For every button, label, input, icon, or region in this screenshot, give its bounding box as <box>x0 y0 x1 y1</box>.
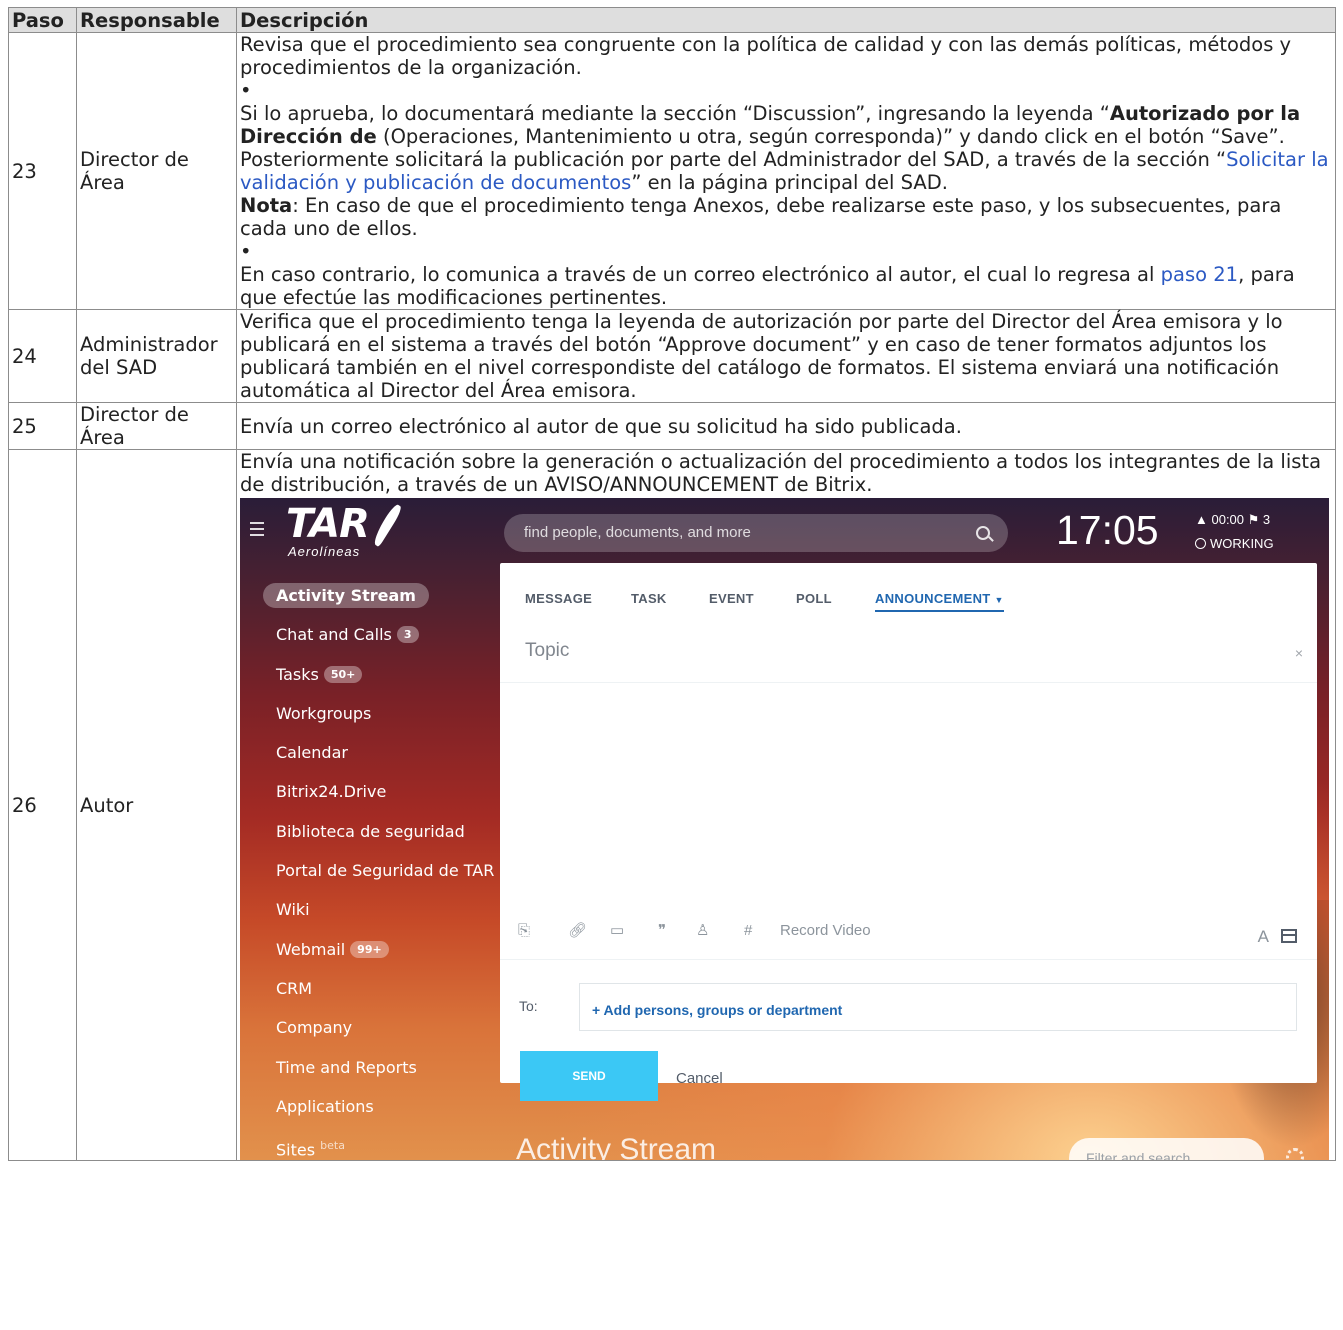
sidebar-item-calendar[interactable]: Calendar <box>263 733 493 772</box>
page-title: Activity Stream <box>516 1133 717 1161</box>
sidebar-item-company[interactable]: Company <box>263 1008 493 1047</box>
sidebar: Activity Stream Chat and Calls 3 Tasks 50+… <box>263 576 494 1160</box>
filter-input[interactable]: Filter and search <box>1069 1138 1264 1160</box>
table-row: 24 Administrador del SAD Verifica que el … <box>8 309 1336 403</box>
step-21-link[interactable]: paso 21 <box>1161 263 1238 286</box>
header-description: Descripción <box>236 7 1336 33</box>
gear-icon[interactable] <box>1286 1148 1304 1160</box>
header-owner: Responsable <box>76 7 237 33</box>
send-button[interactable]: SEND <box>520 1051 658 1101</box>
work-status[interactable]: WORKING <box>1195 532 1274 555</box>
alarm-flags[interactable]: ▲ 00:00 ⚑ 3 <box>1195 508 1270 531</box>
owner-cell: Administrador del SAD <box>76 309 237 403</box>
divider <box>500 959 1317 960</box>
count-badge: 99+ <box>350 940 389 958</box>
sidebar-item-time-reports[interactable]: Time and Reports <box>263 1048 493 1087</box>
header-step: Paso <box>8 7 77 33</box>
feather-icon <box>370 502 404 548</box>
close-icon[interactable]: × <box>1295 642 1303 665</box>
recipients-field[interactable]: + Add persons, groups or department <box>579 983 1297 1031</box>
tab-event[interactable]: EVENT <box>709 587 754 610</box>
search-icon[interactable] <box>976 526 990 540</box>
to-label: To: <box>519 998 538 1014</box>
topic-input[interactable]: Topic <box>525 639 569 662</box>
sidebar-item-sites[interactable]: Sites beta <box>263 1126 493 1160</box>
step-number: 25 <box>8 402 77 450</box>
table-header-row: Paso Responsable Descripción <box>8 7 1336 33</box>
toolbar-toggle-icon[interactable] <box>1281 929 1297 943</box>
sidebar-item-chat[interactable]: Chat and Calls 3 <box>263 615 493 654</box>
bullet: • <box>240 79 252 102</box>
sidebar-item-crm[interactable]: CRM <box>263 969 493 1008</box>
description-cell: Verifica que el procedimiento tenga la l… <box>236 309 1336 403</box>
post-form: MESSAGE TASK EVENT POLL ANNOUNCEMENT ▼ To… <box>500 563 1317 1101</box>
font-icon[interactable]: A <box>1258 925 1269 948</box>
description-cell: Revisa que el procedimiento sea congruen… <box>236 32 1336 310</box>
sidebar-item-drive[interactable]: Bitrix24.Drive <box>263 772 493 811</box>
step-number: 23 <box>8 32 77 310</box>
sidebar-item-wiki[interactable]: Wiki <box>263 890 493 929</box>
description-cell: Envía una notificación sobre la generaci… <box>236 449 1336 1161</box>
record-video-button[interactable]: Record Video <box>780 919 871 942</box>
search-input[interactable]: find people, documents, and more <box>504 514 1008 552</box>
clock: 17:05 <box>1056 507 1159 553</box>
tab-poll[interactable]: POLL <box>796 587 832 610</box>
owner-cell: Autor <box>76 449 237 1161</box>
sidebar-item-activity-stream[interactable]: Activity Stream <box>263 576 493 615</box>
paragraph: Revisa que el procedimiento sea congruen… <box>240 33 1292 79</box>
divider <box>500 682 1317 683</box>
owner-cell: Director de Área <box>76 402 237 450</box>
menu-icon[interactable] <box>250 522 264 540</box>
count-badge: 50+ <box>323 665 363 683</box>
owner-cell: Director de Área <box>76 32 237 310</box>
file-icon[interactable]: ⎘ <box>518 919 530 942</box>
sidebar-item-tasks[interactable]: Tasks 50+ <box>263 655 493 694</box>
bullet: • <box>240 240 252 263</box>
table-row: 26 Autor Envía una notificación sobre la… <box>8 449 1336 1161</box>
add-persons-link[interactable]: + Add persons, groups or department <box>592 999 842 1022</box>
paragraph: Si lo aprueba, lo documentará mediante l… <box>240 102 1329 194</box>
sidebar-item-workgroups[interactable]: Workgroups <box>263 694 493 733</box>
count-badge: 3 <box>396 626 419 644</box>
sidebar-item-webmail[interactable]: Webmail 99+ <box>263 930 493 969</box>
step-number: 26 <box>8 449 77 1161</box>
sidebar-item-portal[interactable]: Portal de Seguridad de TAR <box>263 851 494 890</box>
cancel-button[interactable]: Cancel <box>676 1067 723 1090</box>
tab-task[interactable]: TASK <box>631 587 667 610</box>
tab-message[interactable]: MESSAGE <box>525 587 592 610</box>
step-number: 24 <box>8 309 77 403</box>
paragraph: Envía una notificación sobre la generaci… <box>240 450 1322 496</box>
hashtag-icon[interactable]: # <box>744 919 752 942</box>
note: Nota: En caso de que el procedimiento te… <box>240 194 1282 240</box>
sidebar-item-applications[interactable]: Applications <box>263 1087 493 1126</box>
sidebar-item-biblioteca[interactable]: Biblioteca de seguridad <box>263 812 493 851</box>
chevron-down-icon: ▼ <box>994 595 1004 605</box>
procedure-table: Paso Responsable Descripción 23 Director… <box>8 7 1336 1161</box>
quote-icon[interactable]: ❞ <box>658 919 666 942</box>
bitrix-screenshot: TAR Aerolíneas find people, documents, a… <box>240 498 1329 1160</box>
paragraph: En caso contrario, lo comunica a través … <box>240 263 1295 309</box>
link-icon[interactable]: 🔗︎ <box>568 919 587 942</box>
table-row: 25 Director de Área Envía un correo elect… <box>8 402 1336 450</box>
video-icon[interactable]: ▭ <box>610 919 624 942</box>
tar-logo: TAR Aerolíneas <box>286 502 404 558</box>
tab-announcement[interactable]: ANNOUNCEMENT ▼ <box>875 587 1004 612</box>
status-icon <box>1195 538 1206 549</box>
table-row: 23 Director de Área Revisa que el procedi… <box>8 32 1336 310</box>
mention-icon[interactable]: ♙ <box>696 919 709 942</box>
description-cell: Envía un correo electrónico al autor de … <box>236 402 1336 450</box>
